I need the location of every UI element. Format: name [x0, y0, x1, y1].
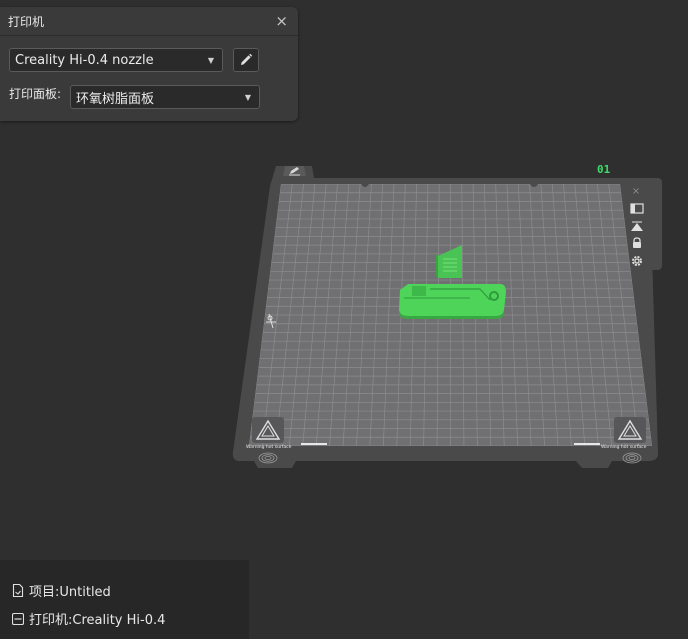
info-panel: 项目:Untitled 打印机:Creality Hi-0.4 — [0, 560, 249, 639]
arrange-icon[interactable] — [628, 201, 646, 215]
warning-text-left: Warning hot surface — [246, 444, 292, 450]
project-label: 项目:Untitled — [29, 585, 111, 600]
bed-edge-strip-right — [574, 443, 600, 445]
auto-orient-icon[interactable] — [628, 219, 646, 233]
bed-edit-tab[interactable] — [283, 166, 306, 176]
printer-icon — [12, 612, 24, 625]
hot-surface-warning-left — [252, 417, 284, 443]
lock-icon[interactable] — [628, 236, 646, 250]
hot-surface-warning-right — [614, 417, 646, 443]
plate-close-icon[interactable]: × — [627, 184, 645, 198]
warning-text-right: Warning hot surface — [601, 444, 647, 450]
gear-icon[interactable] — [628, 254, 646, 268]
printer-label: 打印机:Creality Hi-0.4 — [29, 613, 166, 628]
project-info: 项目:Untitled — [12, 581, 111, 600]
model-flat-part[interactable] — [399, 284, 506, 319]
bed-edge-strip-left — [301, 443, 327, 445]
plate-number[interactable]: 01 — [597, 163, 611, 176]
file-icon — [12, 584, 24, 597]
printer-info: 打印机:Creality Hi-0.4 — [12, 609, 165, 628]
viewport-3d[interactable]: 01 Warning hot surface Warning hot surfa… — [0, 0, 688, 639]
